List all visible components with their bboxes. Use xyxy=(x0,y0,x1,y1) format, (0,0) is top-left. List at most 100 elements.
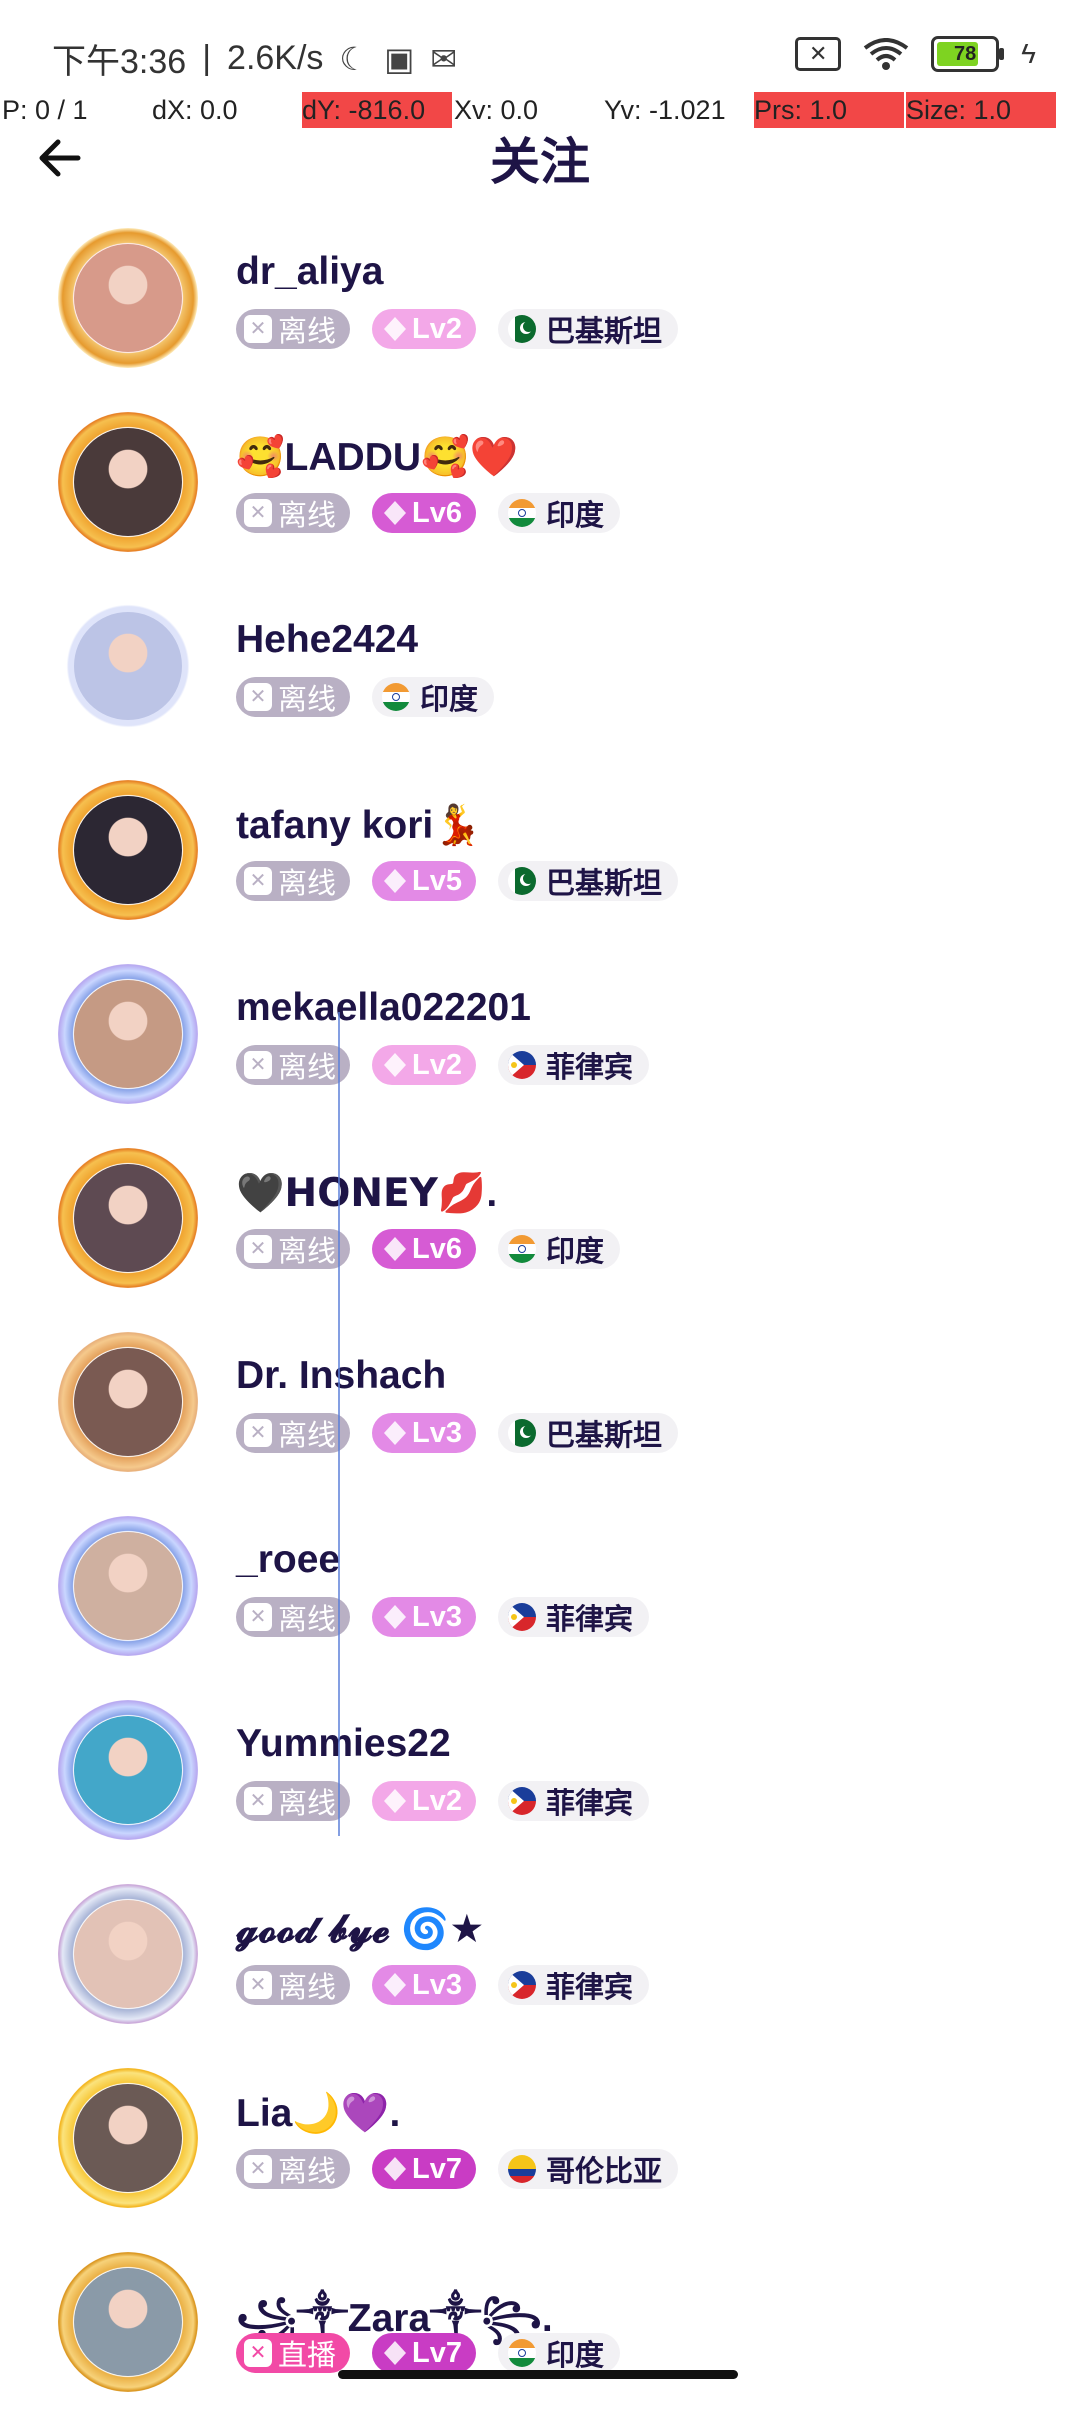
avatar[interactable] xyxy=(58,1516,198,1656)
avatar[interactable] xyxy=(58,1332,198,1472)
flag-icon xyxy=(508,1419,536,1447)
user-name[interactable]: Yummies22 xyxy=(236,1722,451,1766)
avatar[interactable] xyxy=(58,2252,198,2392)
list-item[interactable]: Dr. Inshach ✕ 离线 Lv3 巴基斯坦 xyxy=(0,1318,1080,1502)
diamond-icon xyxy=(384,501,407,525)
list-item[interactable]: tafany kori💃 ✕ 离线 Lv5 巴基斯坦 xyxy=(0,766,1080,950)
level-label: Lv7 xyxy=(412,2336,462,2369)
level-badge: Lv2 xyxy=(372,309,476,349)
country-label: 菲律宾 xyxy=(546,1604,634,1636)
avatar[interactable] xyxy=(58,412,198,552)
country-label: 菲律宾 xyxy=(546,1972,634,2004)
list-item[interactable]: Lia🌙💜. ✕ 离线 Lv7 哥伦比亚 xyxy=(0,2054,1080,2238)
flag-icon xyxy=(508,499,536,527)
user-name[interactable]: _roee xyxy=(236,1538,340,1582)
country-badge: 哥伦比亚 xyxy=(498,2149,679,2189)
list-item[interactable]: Yummies22 ✕ 离线 Lv2 菲律宾 xyxy=(0,1686,1080,1870)
list-item[interactable]: Hehe2424 ✕ 离线 印度 xyxy=(0,582,1080,766)
charging-icon: ϟ xyxy=(1021,38,1036,69)
country-badge: 印度 xyxy=(498,2333,621,2373)
flag-icon xyxy=(508,2155,536,2183)
sim-icon: ▣ xyxy=(384,40,415,77)
avatar-photo xyxy=(74,1532,182,1640)
country-label: 印度 xyxy=(546,500,605,532)
tv-icon: ✕ xyxy=(244,1235,272,1263)
avatar[interactable] xyxy=(58,1884,198,2024)
clock: 下午3:36 xyxy=(52,43,187,81)
level-badge: Lv7 xyxy=(372,2149,476,2189)
user-name[interactable]: tafany kori💃 xyxy=(236,802,482,848)
diamond-icon xyxy=(384,317,407,341)
flag-icon xyxy=(508,1051,536,1079)
user-name[interactable]: Dr. Inshach xyxy=(236,1354,446,1398)
user-name[interactable]: dr_aliya xyxy=(236,250,383,294)
page-title: 关注 xyxy=(490,134,590,190)
avatar[interactable] xyxy=(58,2068,198,2208)
user-tags: ✕ 离线 Lv5 巴基斯坦 xyxy=(236,861,679,901)
list-item[interactable]: 🖤𝗛𝗢𝗡𝗘𝗬💋. ✕ 离线 Lv6 印度 xyxy=(0,1134,1080,1318)
moon-icon: ☾ xyxy=(339,40,369,77)
country-badge: 菲律宾 xyxy=(498,1965,650,2005)
status-badge: ✕ 离线 xyxy=(236,493,351,533)
status-label: 离线 xyxy=(278,2156,337,2188)
list-item[interactable]: _roee ✕ 离线 Lv3 菲律宾 xyxy=(0,1502,1080,1686)
avatar[interactable] xyxy=(58,1700,198,1840)
user-name[interactable]: 🖤𝗛𝗢𝗡𝗘𝗬💋. xyxy=(236,1170,497,1216)
level-label: Lv2 xyxy=(412,312,462,345)
tv-icon: ✕ xyxy=(244,867,272,895)
level-label: Lv5 xyxy=(412,864,462,897)
user-name[interactable]: 🥰LADDU🥰❤️ xyxy=(236,434,518,480)
home-indicator[interactable] xyxy=(338,2370,738,2379)
avatar[interactable] xyxy=(58,596,198,736)
level-label: Lv6 xyxy=(412,496,462,529)
avatar[interactable] xyxy=(58,964,198,1104)
country-label: 巴基斯坦 xyxy=(546,1420,663,1452)
user-tags: ✕ 离线 Lv2 菲律宾 xyxy=(236,1045,650,1085)
tv-icon: ✕ xyxy=(244,683,272,711)
status-left: 下午3:36 | 2.6K/s ☾ ▣ ✉ xyxy=(52,34,457,83)
level-label: Lv3 xyxy=(412,1600,462,1633)
user-tags: ✕ 离线 印度 xyxy=(236,677,495,717)
list-item[interactable]: mekaella022201 ✕ 离线 Lv2 菲律宾 xyxy=(0,950,1080,1134)
user-name[interactable]: 𝓰𝓸𝓸𝓭 𝓫𝔂𝓮 🌀★ xyxy=(236,1906,484,1952)
status-badge: ✕ 离线 xyxy=(236,2149,351,2189)
battery-percent: 78 xyxy=(954,43,977,65)
flag-icon xyxy=(508,1787,536,1815)
list-item[interactable]: ꧁༒Zara༒꧂. ✕ 直播 Lv7 印度 xyxy=(0,2238,1080,2422)
country-label: 印度 xyxy=(546,1236,605,1268)
status-badge: ✕ 离线 xyxy=(236,1413,351,1453)
wifi-icon xyxy=(863,38,909,70)
list-item[interactable]: 𝓰𝓸𝓸𝓭 𝓫𝔂𝓮 🌀★ ✕ 离线 Lv3 菲律宾 xyxy=(0,1870,1080,2054)
country-label: 印度 xyxy=(546,2340,605,2372)
avatar-photo xyxy=(74,2084,182,2192)
level-label: Lv3 xyxy=(412,1416,462,1449)
flag-icon xyxy=(508,1235,536,1263)
avatar-photo xyxy=(74,1900,182,2008)
user-name[interactable]: mekaella022201 xyxy=(236,986,531,1030)
status-label: 离线 xyxy=(278,1972,337,2004)
avatar[interactable] xyxy=(58,780,198,920)
tv-icon: ✕ xyxy=(244,2339,272,2367)
country-badge: 菲律宾 xyxy=(498,1597,650,1637)
no-sim-icon: ✕ xyxy=(795,37,842,71)
status-badge: ✕ 离线 xyxy=(236,1597,351,1637)
level-badge: Lv6 xyxy=(372,493,476,533)
level-badge: Lv3 xyxy=(372,1965,476,2005)
user-name[interactable]: Lia🌙💜. xyxy=(236,2090,400,2136)
avatar-photo xyxy=(74,2268,182,2376)
flag-icon xyxy=(508,1971,536,1999)
country-badge: 印度 xyxy=(498,1229,621,1269)
status-label: 离线 xyxy=(278,500,337,532)
user-name[interactable]: Hehe2424 xyxy=(236,618,418,662)
country-badge: 印度 xyxy=(372,677,495,717)
avatar[interactable] xyxy=(58,1148,198,1288)
mail-icon: ✉ xyxy=(430,40,458,77)
status-badge: ✕ 离线 xyxy=(236,677,351,717)
level-badge: Lv2 xyxy=(372,1045,476,1085)
user-tags: ✕ 离线 Lv7 哥伦比亚 xyxy=(236,2149,679,2189)
avatar[interactable] xyxy=(58,228,198,368)
status-label: 离线 xyxy=(278,1052,337,1084)
list-item[interactable]: 🥰LADDU🥰❤️ ✕ 离线 Lv6 印度 xyxy=(0,398,1080,582)
list-item[interactable]: dr_aliya ✕ 离线 Lv2 巴基斯坦 xyxy=(0,214,1080,398)
tv-icon: ✕ xyxy=(244,1787,272,1815)
